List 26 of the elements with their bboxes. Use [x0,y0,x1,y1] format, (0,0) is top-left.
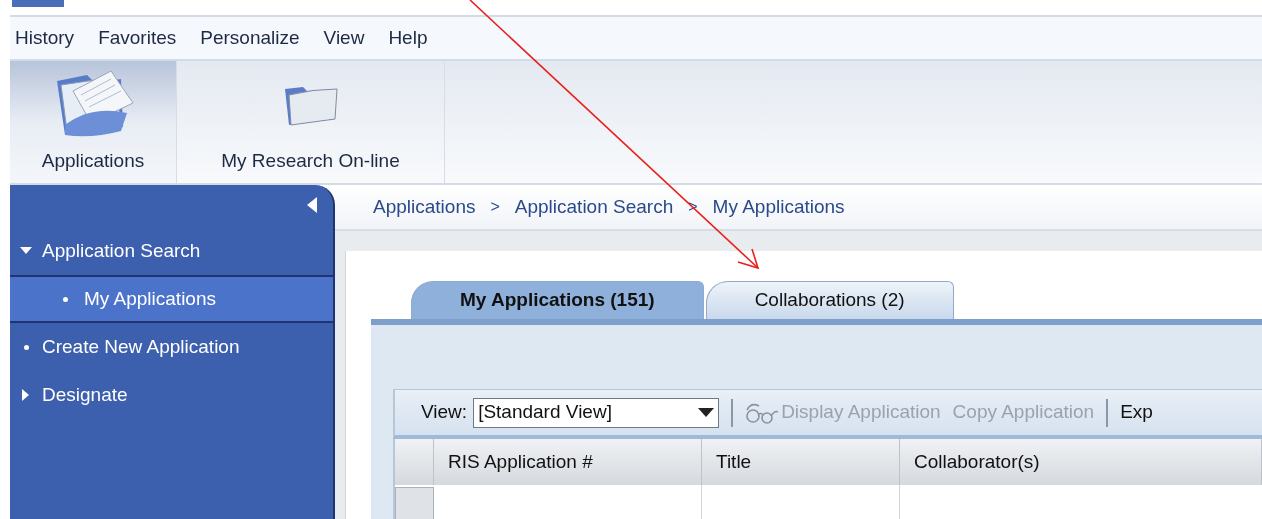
menu-item[interactable]: View [323,23,365,53]
breadcrumb-link[interactable]: My Applications [712,192,845,222]
view-select[interactable]: [Standard View] [473,397,720,428]
sidebar-item[interactable]: Create New Application [10,323,333,371]
breadcrumb-separator: > [490,197,500,217]
collapse-arrow-icon[interactable] [307,197,317,213]
menu-item[interactable]: Personalize [200,23,300,53]
tab[interactable]: My Applications (151) [411,281,704,319]
glasses-icon [745,401,780,424]
menu-item[interactable]: Favorites [98,23,177,53]
dropdown-caret-icon [698,408,715,417]
sidebar-item[interactable]: Application Search [10,227,333,275]
toolbar-button[interactable]: Exp [1120,398,1153,427]
sidebar-item[interactable]: My Applications [10,275,333,323]
tab[interactable]: Collaborations (2) [705,281,954,319]
breadcrumb-link[interactable]: Applications [373,192,476,222]
sidebar-item[interactable]: Designate [10,371,333,419]
header-accent-bar [12,0,64,7]
view-label: View: [421,400,468,425]
launch-button[interactable]: Applications [10,61,177,183]
bullet-icon [62,296,68,302]
menu-item[interactable]: History [15,23,75,53]
launch-button[interactable]: My Research On-line [177,61,445,183]
menu-item[interactable]: Help [388,23,428,53]
breadcrumb-link[interactable]: Application Search [514,192,674,222]
bullet-icon [23,344,29,350]
